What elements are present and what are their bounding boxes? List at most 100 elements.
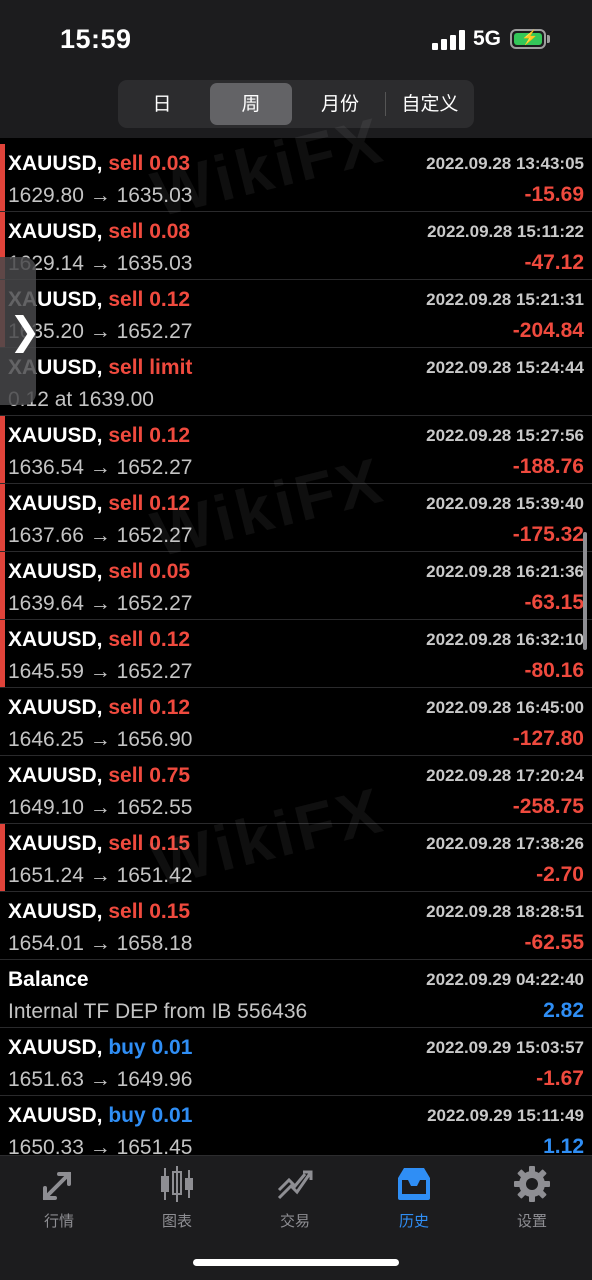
tab-label: 图表 (161, 1212, 192, 1230)
order-action: sell 0.12 (108, 628, 191, 651)
history-list[interactable]: XAUUSD, sell 0.03 2022.09.28 13:43:05 1629… (0, 144, 592, 1155)
row-profit: -62.55 (524, 931, 584, 954)
network-type: 5G (473, 27, 502, 50)
history-row[interactable]: XAUUSD, sell limit 2022.09.28 15:24:44 0.1… (0, 348, 592, 416)
row-profit: -188.76 (512, 455, 584, 478)
row-prices: 1654.01 → 1658.18 (8, 932, 193, 955)
row-datetime: 2022.09.28 16:21:36 (426, 562, 584, 581)
period-tab-day[interactable]: 日 (122, 83, 202, 125)
scrollbar[interactable] (583, 532, 587, 650)
symbol-text: XAUUSD, (8, 1104, 103, 1127)
symbol-text: XAUUSD, (8, 764, 103, 787)
row-profit: -1.67 (536, 1067, 584, 1090)
order-action: buy 0.01 (108, 1036, 193, 1059)
home-indicator (193, 1259, 399, 1266)
symbol-text: Balance (8, 968, 89, 991)
row-profit: 2.82 (543, 999, 584, 1022)
symbol-text: XAUUSD, (8, 696, 103, 719)
history-row[interactable]: XAUUSD, sell 0.12 2022.09.28 16:32:10 1645… (0, 620, 592, 688)
order-action: sell 0.12 (108, 288, 191, 311)
row-symbol: XAUUSD, sell 0.15 (8, 900, 190, 924)
history-row[interactable]: XAUUSD, sell 0.12 2022.09.28 16:45:00 1646… (0, 688, 592, 756)
row-prices: 1651.63 → 1649.96 (8, 1068, 193, 1091)
history-row[interactable]: XAUUSD, buy 0.01 2022.09.29 15:11:49 1650.… (0, 1096, 592, 1155)
row-datetime: 2022.09.28 13:43:05 (426, 154, 584, 173)
chevron-right-icon: ❯ (9, 309, 41, 353)
row-datetime: 2022.09.29 15:03:57 (426, 1038, 584, 1057)
row-prices: 1650.33 → 1651.45 (8, 1136, 193, 1155)
trade-trend-icon (277, 1170, 313, 1200)
row-datetime: 2022.09.28 15:11:22 (427, 222, 584, 241)
row-datetime: 2022.09.28 16:45:00 (426, 698, 584, 717)
side-panel-handle[interactable]: ❯ (0, 257, 41, 405)
symbol-text: XAUUSD, (8, 628, 103, 651)
row-datetime: 2022.09.29 04:22:40 (426, 970, 584, 989)
row-symbol: XAUUSD, buy 0.01 (8, 1036, 192, 1060)
order-action: sell 0.15 (108, 900, 191, 923)
order-action: sell 0.75 (108, 764, 191, 787)
row-profit: -47.12 (524, 251, 584, 274)
symbol-text: XAUUSD, (8, 1036, 103, 1059)
row-profit: -204.84 (512, 319, 584, 342)
tab-label: 设置 (516, 1212, 547, 1230)
row-prices: Internal TF DEP from IB 556436 (8, 1000, 308, 1023)
row-datetime: 2022.09.28 15:21:31 (426, 290, 584, 309)
row-profit: -63.15 (524, 591, 584, 614)
period-tab-custom[interactable]: 自定义 (388, 83, 472, 125)
row-prices: 1639.64 → 1652.27 (8, 592, 193, 615)
row-prices: 1636.54 → 1652.27 (8, 456, 193, 479)
row-prices: 1645.59 → 1652.27 (8, 660, 193, 683)
row-profit: -175.32 (512, 523, 584, 546)
tab-label: 交易 (279, 1212, 310, 1230)
status-bar: 15:59 5G ⚡ (0, 0, 592, 80)
tab-history[interactable]: 历史 (364, 1164, 464, 1234)
history-row[interactable]: XAUUSD, sell 0.12 2022.09.28 15:21:31 1635… (0, 280, 592, 348)
symbol-text: XAUUSD, (8, 832, 103, 855)
row-profit: 1.12 (543, 1135, 584, 1155)
symbol-text: XAUUSD, (8, 900, 103, 923)
order-action: sell 0.12 (108, 696, 191, 719)
symbol-text: XAUUSD, (8, 560, 103, 583)
row-datetime: 2022.09.28 16:32:10 (426, 630, 584, 649)
history-row[interactable]: XAUUSD, sell 0.05 2022.09.28 16:21:36 1639… (0, 552, 592, 620)
candlestick-chart-icon (161, 1166, 193, 1202)
tab-settings[interactable]: 设置 (482, 1164, 582, 1234)
status-time: 15:59 (60, 24, 132, 54)
row-symbol: XAUUSD, sell 0.12 (8, 628, 190, 652)
row-symbol: XAUUSD, buy 0.01 (8, 1104, 192, 1128)
row-profit: -258.75 (512, 795, 584, 818)
order-action: sell 0.12 (108, 424, 191, 447)
segment-divider (385, 92, 386, 116)
row-datetime: 2022.09.28 18:28:51 (426, 902, 584, 921)
row-profit: -15.69 (524, 183, 584, 206)
tab-label: 行情 (43, 1212, 74, 1230)
row-symbol: XAUUSD, sell 0.12 (8, 696, 190, 720)
row-prices: 1646.25 → 1656.90 (8, 728, 193, 751)
period-tab-week[interactable]: 周 (210, 83, 292, 125)
quotes-arrows-icon (43, 1172, 71, 1200)
row-datetime: 2022.09.28 15:27:56 (426, 426, 584, 445)
row-profit: -2.70 (536, 863, 584, 886)
row-datetime: 2022.09.28 15:24:44 (426, 358, 584, 377)
row-symbol: XAUUSD, sell 0.12 (8, 424, 190, 448)
signal-bars-icon (432, 30, 466, 50)
history-row[interactable]: XAUUSD, sell 0.15 2022.09.28 18:28:51 1654… (0, 892, 592, 960)
tab-trade[interactable]: 交易 (245, 1164, 345, 1234)
symbol-text: XAUUSD, (8, 220, 103, 243)
tab-label: 历史 (398, 1212, 429, 1230)
row-symbol: Balance (8, 968, 89, 992)
history-row[interactable]: Balance 2022.09.29 04:22:40 Internal TF D… (0, 960, 592, 1028)
row-profit: -80.16 (524, 659, 584, 682)
gear-icon (514, 1166, 550, 1202)
symbol-text: XAUUSD, (8, 424, 103, 447)
history-row[interactable]: XAUUSD, buy 0.01 2022.09.29 15:03:57 1651.… (0, 1028, 592, 1096)
row-datetime: 2022.09.29 15:11:49 (427, 1106, 584, 1125)
symbol-text: XAUUSD, (8, 152, 103, 175)
row-profit: -127.80 (512, 727, 584, 750)
row-symbol: XAUUSD, sell 0.75 (8, 764, 190, 788)
row-datetime: 2022.09.28 17:20:24 (426, 766, 584, 785)
row-datetime: 2022.09.28 17:38:26 (426, 834, 584, 853)
tab-chart[interactable]: 图表 (127, 1164, 227, 1234)
tab-quotes[interactable]: 行情 (9, 1164, 109, 1234)
history-row[interactable]: XAUUSD, sell 0.08 2022.09.28 15:11:22 1629… (0, 212, 592, 280)
